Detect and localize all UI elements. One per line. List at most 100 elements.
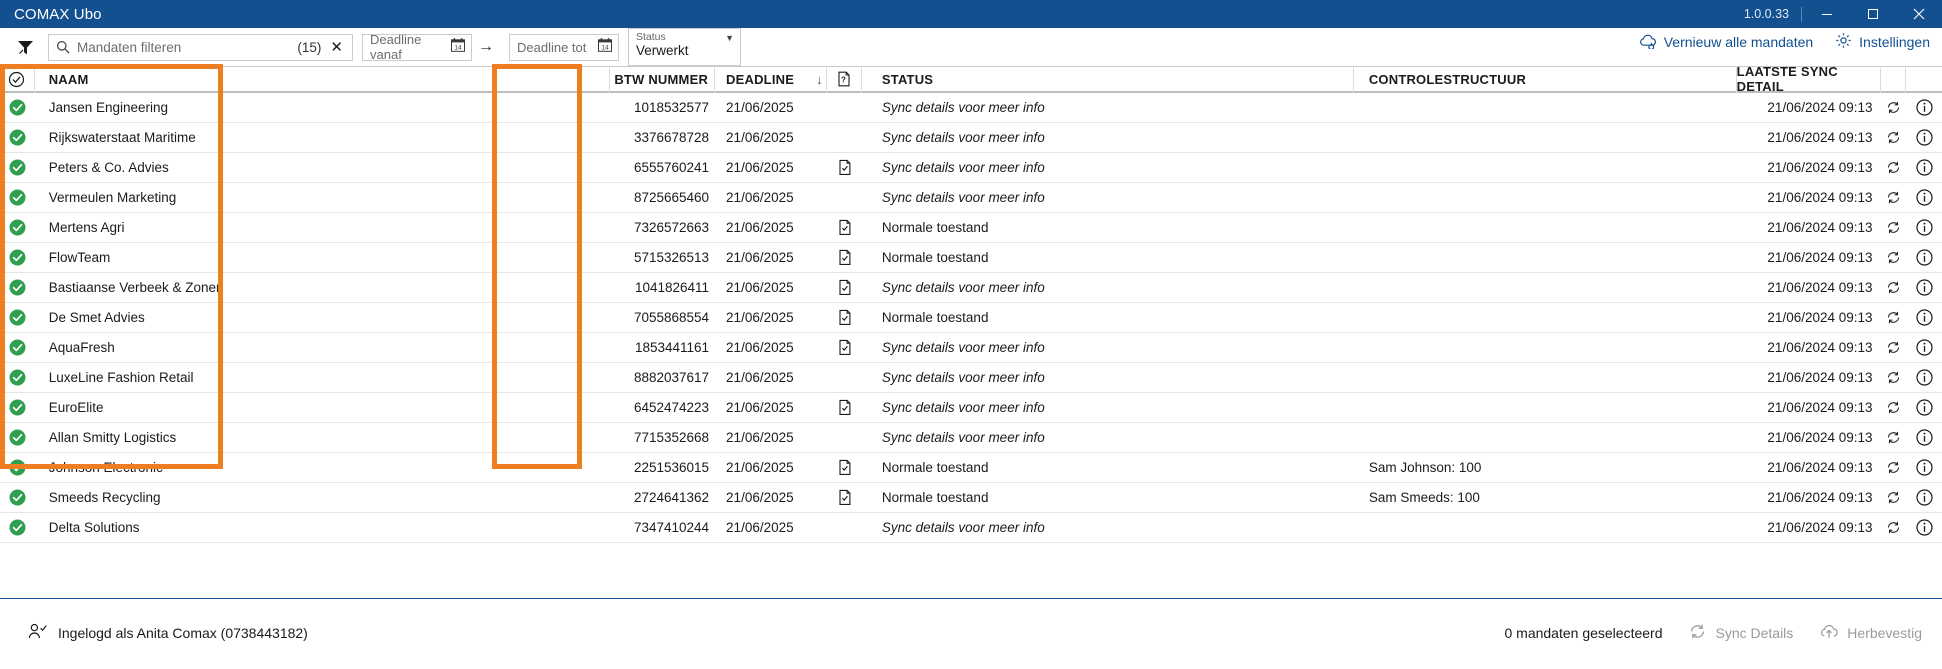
table-row[interactable]: Peters & Co. Advies 6555760241 21/06/2025 S… <box>0 153 1942 183</box>
search-input[interactable]: Mandaten filteren (15) ✕ <box>48 33 353 61</box>
column-header-naam[interactable]: NAAM <box>35 65 496 93</box>
close-icon[interactable] <box>1896 0 1942 28</box>
row-info-icon[interactable] <box>1906 423 1942 453</box>
row-select-checkbox[interactable] <box>0 423 35 453</box>
row-select-checkbox[interactable] <box>0 513 35 543</box>
row-sync-icon[interactable] <box>1881 453 1907 483</box>
row-sync-icon[interactable] <box>1881 483 1907 513</box>
table-row[interactable]: EuroElite 6452474223 21/06/2025 Sync detail… <box>0 393 1942 423</box>
row-info-icon[interactable] <box>1906 513 1942 543</box>
row-sync-icon[interactable] <box>1881 513 1907 543</box>
document-check-icon[interactable] <box>827 483 862 513</box>
column-header-sync-action[interactable] <box>1881 65 1907 93</box>
document-check-icon[interactable] <box>827 213 862 243</box>
row-sync-icon[interactable] <box>1881 153 1907 183</box>
row-sync-icon[interactable] <box>1881 423 1907 453</box>
table-row[interactable]: Johnson Electronic 2251536015 21/06/2025 No… <box>0 453 1942 483</box>
table-row[interactable]: Allan Smitty Logistics 7715352668 21/06/20… <box>0 423 1942 453</box>
column-header-controlestructuur[interactable]: CONTROLESTRUCTUUR <box>1354 65 1737 93</box>
deadline-from-input[interactable]: Deadline vanaf 14 <box>362 32 472 62</box>
row-sync-icon[interactable] <box>1881 303 1907 333</box>
minimize-icon[interactable] <box>1804 0 1850 28</box>
row-select-checkbox[interactable] <box>0 363 35 393</box>
refresh-all-button[interactable]: Vernieuw alle mandaten <box>1638 33 1813 52</box>
sync-details-button[interactable]: Sync Details <box>1688 623 1793 643</box>
chevron-down-icon[interactable]: ▼ <box>725 33 734 43</box>
table-row[interactable]: LuxeLine Fashion Retail 8882037617 21/06/2… <box>0 363 1942 393</box>
row-select-checkbox[interactable] <box>0 483 35 513</box>
row-info-icon[interactable] <box>1906 93 1942 123</box>
row-select-checkbox[interactable] <box>0 333 35 363</box>
row-info-icon[interactable] <box>1906 393 1942 423</box>
table-row[interactable]: Rijkswaterstaat Maritime 3376678728 21/06/… <box>0 123 1942 153</box>
clear-search-icon[interactable]: ✕ <box>328 40 345 55</box>
column-header-blank[interactable] <box>496 65 610 93</box>
row-info-icon[interactable] <box>1906 123 1942 153</box>
row-sync-icon[interactable] <box>1881 243 1907 273</box>
table-row[interactable]: FlowTeam 5715326513 21/06/2025 Normale toes… <box>0 243 1942 273</box>
document-check-icon[interactable] <box>827 153 862 183</box>
table-row[interactable]: Delta Solutions 7347410244 21/06/2025 Sync … <box>0 513 1942 543</box>
status-filter-select[interactable]: Status Verwerkt ▼ <box>628 28 741 66</box>
document-check-icon[interactable] <box>827 303 862 333</box>
row-select-checkbox[interactable] <box>0 243 35 273</box>
table-row[interactable]: Vermeulen Marketing 8725665460 21/06/2025 S… <box>0 183 1942 213</box>
row-select-checkbox[interactable] <box>0 213 35 243</box>
row-sync-icon[interactable] <box>1881 333 1907 363</box>
row-select-checkbox[interactable] <box>0 93 35 123</box>
row-controlestructuur <box>1354 393 1737 423</box>
row-info-icon[interactable] <box>1906 243 1942 273</box>
document-check-icon[interactable] <box>827 273 862 303</box>
funnel-icon[interactable] <box>10 32 40 62</box>
table-row[interactable]: De Smet Advies 7055868554 21/06/2025 Normal… <box>0 303 1942 333</box>
row-sync-icon[interactable] <box>1881 393 1907 423</box>
document-check-icon[interactable] <box>827 453 862 483</box>
row-select-checkbox[interactable] <box>0 153 35 183</box>
row-select-checkbox[interactable] <box>0 123 35 153</box>
row-laatste-sync-detail: 21/06/2024 09:13 <box>1767 430 1873 445</box>
column-header-deadline[interactable]: DEADLINE ↓ <box>715 65 828 93</box>
row-info-icon[interactable] <box>1906 153 1942 183</box>
calendar-icon[interactable]: 14 <box>450 37 466 58</box>
maximize-icon[interactable] <box>1850 0 1896 28</box>
row-select-checkbox[interactable] <box>0 393 35 423</box>
row-info-icon[interactable] <box>1906 333 1942 363</box>
row-sync-icon[interactable] <box>1881 213 1907 243</box>
table-row[interactable]: Mertens Agri 7326572663 21/06/2025 Normale … <box>0 213 1942 243</box>
calendar-icon[interactable]: 14 <box>597 37 613 58</box>
row-select-checkbox[interactable] <box>0 183 35 213</box>
document-check-icon[interactable] <box>827 243 862 273</box>
table-row[interactable]: Jansen Engineering 1018532577 21/06/2025 Sy… <box>0 93 1942 123</box>
row-sync-icon[interactable] <box>1881 183 1907 213</box>
column-header-btw-nummer[interactable]: BTW NUMMER <box>610 65 716 93</box>
row-select-checkbox[interactable] <box>0 273 35 303</box>
row-sync-icon[interactable] <box>1881 93 1907 123</box>
document-check-icon[interactable] <box>827 393 862 423</box>
document-check-icon[interactable] <box>827 333 862 363</box>
row-info-icon[interactable] <box>1906 363 1942 393</box>
deadline-to-input[interactable]: Deadline tot 14 <box>509 33 619 61</box>
row-select-checkbox[interactable] <box>0 303 35 333</box>
row-sync-icon[interactable] <box>1881 123 1907 153</box>
reconfirm-button[interactable]: Herbevestig <box>1819 623 1922 643</box>
row-info-icon[interactable] <box>1906 273 1942 303</box>
user-check-icon <box>28 623 47 643</box>
select-all-checkbox[interactable] <box>0 65 35 93</box>
row-info-icon[interactable] <box>1906 303 1942 333</box>
column-header-document-help[interactable]: ? <box>827 65 862 93</box>
table-row[interactable]: Smeeds Recycling 2724641362 21/06/2025 Norm… <box>0 483 1942 513</box>
column-header-laatste-sync-detail[interactable]: LAATSTE SYNC DETAIL <box>1737 64 1881 94</box>
table-row[interactable]: AquaFresh 1853441161 21/06/2025 Sync detail… <box>0 333 1942 363</box>
row-sync-icon[interactable] <box>1881 273 1907 303</box>
row-info-icon[interactable] <box>1906 483 1942 513</box>
row-info-icon[interactable] <box>1906 183 1942 213</box>
settings-button[interactable]: Instellingen <box>1835 32 1930 52</box>
column-header-status[interactable]: STATUS <box>862 65 1354 93</box>
column-header-info-action[interactable] <box>1906 66 1942 93</box>
table-row[interactable]: Bastiaanse Verbeek & Zonen 1041826411 21/0… <box>0 273 1942 303</box>
row-info-icon[interactable] <box>1906 453 1942 483</box>
row-info-icon[interactable] <box>1906 213 1942 243</box>
row-select-checkbox[interactable] <box>0 453 35 483</box>
row-sync-icon[interactable] <box>1881 363 1907 393</box>
check-circle-icon <box>9 489 26 506</box>
